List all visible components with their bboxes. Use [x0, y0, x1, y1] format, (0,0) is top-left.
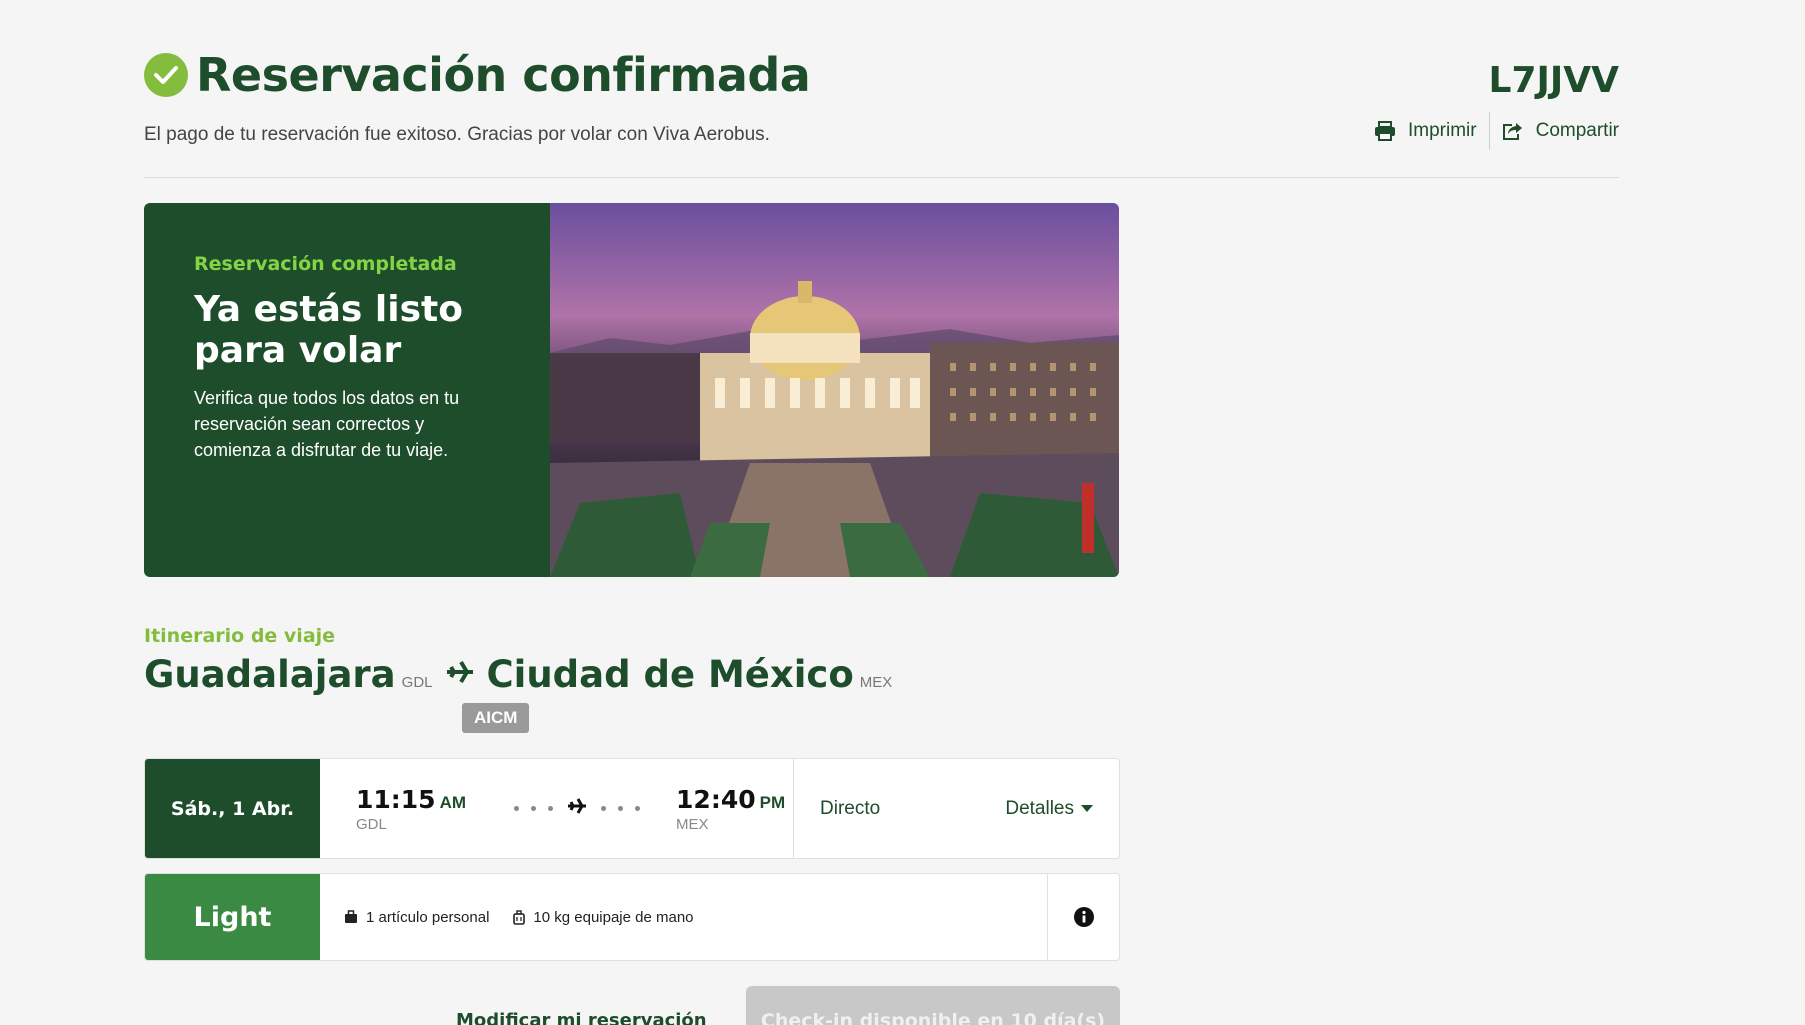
printer-icon [1374, 121, 1395, 141]
fare-item-label: 10 kg equipaje de mano [533, 908, 694, 926]
fare-item: 10 kg equipaje de mano [513, 908, 694, 926]
print-label: Imprimir [1407, 120, 1477, 141]
arrival-ampm: PM [759, 792, 786, 812]
fare-name: Light [145, 874, 320, 960]
info-icon [1073, 907, 1094, 927]
fare-item-label: 1 artículo personal [366, 908, 490, 926]
flight-times: 11:15 AM GDL 12:40 PM MEX [320, 759, 794, 858]
chevron-down-icon [1081, 805, 1093, 812]
airplane-icon [567, 797, 587, 820]
destination-city: Ciudad de México [486, 653, 854, 696]
checkin-button[interactable]: Check-in disponible en 10 día(s) [746, 986, 1120, 1025]
share-icon [1502, 123, 1522, 140]
route-title: Guadalajara GDL Ciudad de México MEX [144, 653, 1119, 696]
departure-time: 11:15 [356, 784, 436, 814]
luggage-icon [513, 909, 526, 925]
flight-card: Sáb., 1 Abr. 11:15 AM GDL 12:40 PM MEX Dir… [144, 758, 1120, 859]
check-circle-icon [144, 53, 188, 97]
departure: 11:15 AM GDL [356, 785, 466, 833]
booking-actions: Modificar mi reservación Check-in dispon… [144, 986, 1120, 1025]
arrival-time: 12:40 [676, 784, 756, 814]
fare-item: 1 artículo personal [344, 909, 489, 926]
share-button[interactable]: Compartir [1490, 112, 1619, 150]
briefcase-icon [345, 910, 357, 923]
confirmation-banner: Reservación completada Ya estás listo pa… [144, 203, 1119, 577]
print-button[interactable]: Imprimir [1362, 112, 1490, 150]
details-button[interactable]: Detalles [1005, 798, 1093, 820]
destination-code: MEX [859, 674, 893, 691]
departure-ampm: AM [439, 792, 467, 812]
banner-heading: Ya estás listo para volar [194, 289, 463, 371]
departure-airport: GDL [356, 815, 387, 833]
itinerary-kicker: Itinerario de viaje [144, 625, 336, 647]
confirmation-header: Reservación confirmada El pago de tu res… [144, 48, 1619, 178]
flight-stops: Directo Detalles [794, 759, 1119, 858]
itinerary-section: Itinerario de viaje Guadalajara GDL Ciud… [144, 625, 1119, 733]
banner-text: Verifica que todos los datos en tu reser… [194, 388, 460, 460]
airplane-icon [445, 659, 475, 690]
arrival: 12:40 PM MEX [676, 785, 785, 833]
title-row: Reservación confirmada [144, 48, 1619, 102]
flight-date: Sáb., 1 Abr. [145, 759, 320, 858]
fare-items: 1 artículo personal 10 kg equipaje de ma… [320, 874, 1048, 960]
origin-code: GDL [401, 674, 433, 691]
airport-badge: AICM [462, 703, 530, 733]
bellas-artes-photo [550, 203, 1119, 577]
origin-city: Guadalajara [144, 653, 396, 696]
header-actions: Imprimir Compartir [1362, 112, 1619, 150]
route-dots [508, 797, 646, 820]
banner-text-panel: Reservación completada Ya estás listo pa… [144, 203, 550, 577]
arrival-airport: MEX [676, 815, 709, 833]
details-label: Detalles [1005, 797, 1074, 819]
share-label: Compartir [1535, 120, 1619, 141]
page-title: Reservación confirmada [196, 48, 811, 102]
fare-card: Light 1 artículo personal 10 kg equipaje… [144, 873, 1120, 961]
modify-booking-link[interactable]: Modificar mi reservación [456, 1010, 707, 1025]
stops-label: Directo [820, 797, 881, 819]
banner-kicker: Reservación completada [194, 253, 457, 275]
booking-code: L7JJVV [1488, 60, 1620, 101]
info-button[interactable] [1048, 874, 1119, 960]
